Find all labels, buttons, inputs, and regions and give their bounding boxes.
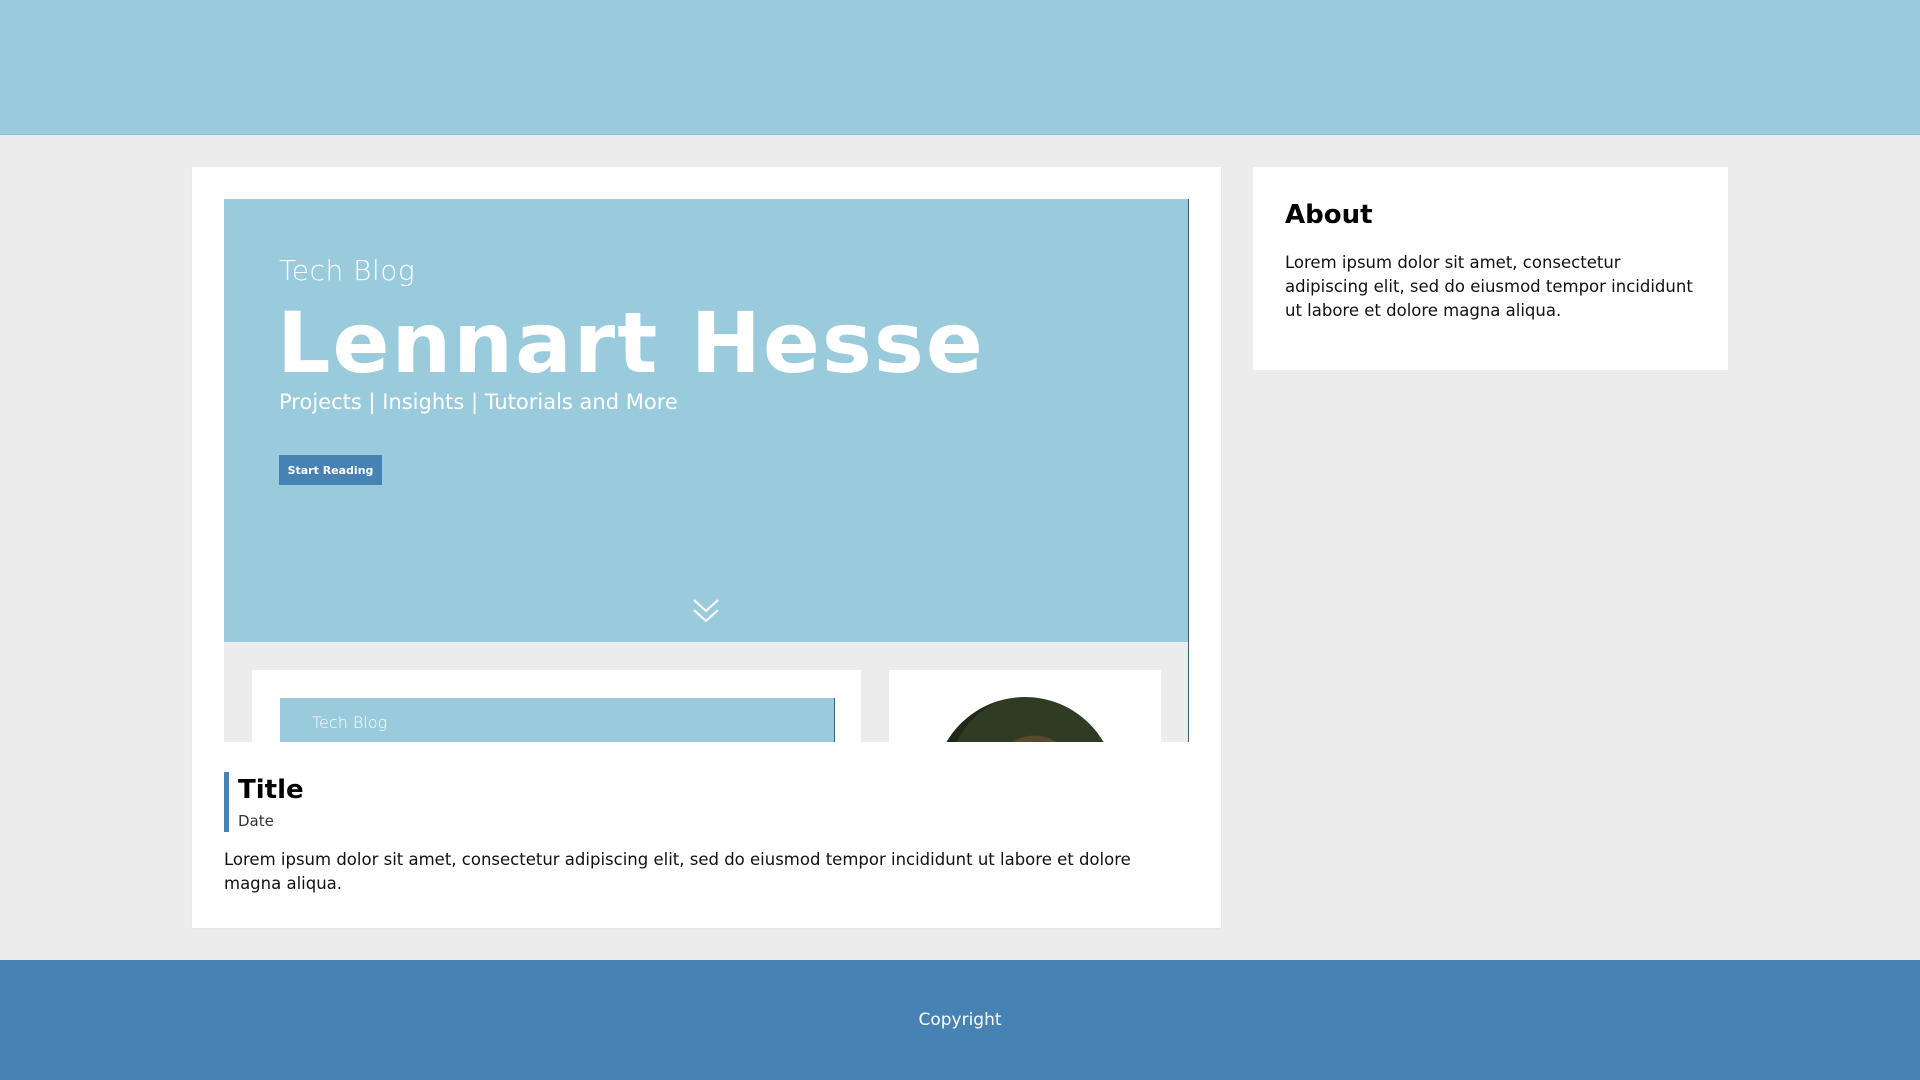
preview-mini-kicker: Tech Blog xyxy=(312,713,388,732)
start-reading-button[interactable]: Start Reading xyxy=(279,455,382,485)
double-chevron-down-icon[interactable] xyxy=(691,597,721,625)
hero-banner: Tech Blog Lennart Hesse Projects | Insig… xyxy=(224,199,1188,642)
post-preview-image[interactable]: Tech Blog Lennart Hesse Projects | Insig… xyxy=(224,199,1189,742)
footer-copyright: Copyright xyxy=(918,1010,1002,1030)
about-card: About Lorem ipsum dolor sit amet, consec… xyxy=(1253,167,1728,370)
post-date: Date xyxy=(238,812,274,830)
hero-kicker: Tech Blog xyxy=(279,254,416,287)
post-header: Title Date xyxy=(224,772,304,832)
post-excerpt: Lorem ipsum dolor sit amet, consectetur … xyxy=(224,850,1131,893)
post-card: Tech Blog Lennart Hesse Projects | Insig… xyxy=(192,167,1221,928)
footer: Copyright xyxy=(0,960,1920,1080)
top-header-bar xyxy=(0,0,1920,135)
hero-title: Lennart Hesse xyxy=(277,294,985,392)
about-text: Lorem ipsum dolor sit amet, consectetur … xyxy=(1285,253,1693,320)
post-title[interactable]: Title xyxy=(238,772,304,806)
about-title: About xyxy=(1285,200,1373,230)
hero-subtitle: Projects | Insights | Tutorials and More xyxy=(279,390,678,414)
avatar xyxy=(934,697,1116,742)
preview-mini-post-card: Tech Blog xyxy=(252,670,861,742)
preview-mini-hero: Tech Blog xyxy=(280,698,835,742)
preview-mini-about-card xyxy=(889,670,1161,742)
